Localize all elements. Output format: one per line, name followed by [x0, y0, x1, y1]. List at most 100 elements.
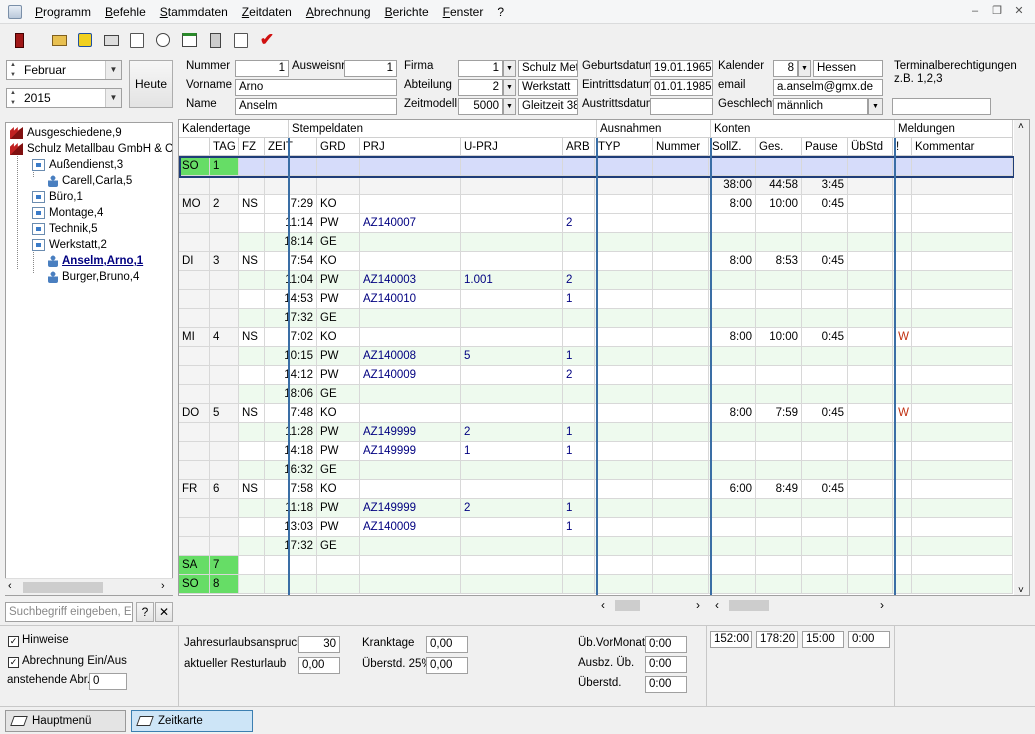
grid-cell[interactable]: 0:45	[802, 404, 848, 423]
column-header[interactable]	[179, 138, 210, 156]
grid-cell[interactable]	[709, 556, 756, 575]
grid-cell[interactable]	[210, 423, 239, 442]
resturlaub-field[interactable]: 0,00	[298, 657, 340, 674]
grid-cell[interactable]	[595, 328, 653, 347]
kranktage-field[interactable]: 0,00	[426, 636, 468, 653]
grid-cell[interactable]	[563, 537, 595, 556]
grid-cell[interactable]	[709, 499, 756, 518]
grid-cell[interactable]: 3:45	[802, 176, 848, 195]
grid-cell[interactable]	[912, 423, 1013, 442]
grid-cell[interactable]	[461, 385, 563, 404]
grid-cell[interactable]: 18:06	[265, 385, 317, 404]
grid-cell[interactable]	[210, 176, 239, 195]
scroll-right-icon[interactable]: ›	[880, 598, 884, 612]
grid-cell[interactable]	[653, 176, 709, 195]
column-header[interactable]: SollZ.	[709, 138, 756, 156]
grid-cell[interactable]	[709, 461, 756, 480]
scroll-up-icon[interactable]: ˄	[1018, 121, 1024, 132]
grid-cell[interactable]: PW	[317, 271, 360, 290]
chevron-down-icon[interactable]: ▼	[503, 79, 516, 96]
grid-cell[interactable]: 14:53	[265, 290, 317, 309]
grid-cell[interactable]: NS	[239, 252, 265, 271]
menu-abrechnung[interactable]: Abrechnung	[299, 0, 378, 24]
grid-cell[interactable]: PW	[317, 423, 360, 442]
grid-cell[interactable]	[912, 366, 1013, 385]
open-icon[interactable]	[48, 29, 70, 51]
chevron-down-icon[interactable]: ▼	[105, 61, 121, 79]
grid-cell[interactable]	[848, 195, 893, 214]
grid-cell[interactable]: PW	[317, 518, 360, 537]
grid-cell[interactable]: 1	[563, 347, 595, 366]
grid-cell[interactable]	[563, 328, 595, 347]
chevron-down-icon[interactable]: ▼	[503, 60, 516, 77]
grid-cell[interactable]: KO	[317, 252, 360, 271]
grid-cell[interactable]	[595, 518, 653, 537]
tree-item[interactable]: Anselm,Arno,1	[48, 253, 143, 269]
grid-cell[interactable]	[912, 233, 1013, 252]
grid-cell[interactable]	[317, 556, 360, 575]
grid-cell[interactable]	[653, 575, 709, 594]
grid-cell[interactable]	[239, 499, 265, 518]
abteilung-nr-field[interactable]: 2	[458, 79, 503, 96]
grid-cell[interactable]	[802, 442, 848, 461]
grid-cell[interactable]: 10:15	[265, 347, 317, 366]
jahresurlaub-field[interactable]: 30	[298, 636, 340, 653]
grid-cell[interactable]	[461, 214, 563, 233]
search-clear-button[interactable]: ✕	[155, 602, 173, 622]
grid-cell[interactable]	[653, 214, 709, 233]
grid-cell[interactable]	[239, 423, 265, 442]
checkmark-icon[interactable]: ✔	[256, 29, 278, 51]
grid-cell[interactable]: 17:32	[265, 309, 317, 328]
grid-cell[interactable]	[802, 423, 848, 442]
grid-cell[interactable]	[461, 233, 563, 252]
grid-cell[interactable]	[912, 499, 1013, 518]
grid-cell[interactable]	[360, 537, 461, 556]
grid-cell[interactable]	[848, 575, 893, 594]
close-icon[interactable]: ✕	[1009, 3, 1029, 19]
grid-cell[interactable]	[912, 442, 1013, 461]
grid-cell[interactable]	[179, 537, 210, 556]
nummer-field[interactable]: 1	[235, 60, 289, 77]
column-header[interactable]: TAG	[210, 138, 239, 156]
grid-cell[interactable]	[653, 366, 709, 385]
geburtsdatum-field[interactable]: 19.01.1965	[650, 60, 713, 77]
search-input[interactable]: Suchbegriff eingeben, Ein	[5, 602, 133, 622]
grid-cell[interactable]	[802, 214, 848, 233]
year-select[interactable]: ▲ ▼ 2015 ▼	[6, 88, 122, 108]
search-help-button[interactable]: ?	[136, 602, 154, 622]
grid-cell[interactable]	[653, 271, 709, 290]
grid-cell[interactable]	[179, 423, 210, 442]
grid-cell[interactable]	[461, 518, 563, 537]
grid-cell[interactable]: SA	[179, 556, 210, 575]
grid-cell[interactable]: 2	[210, 195, 239, 214]
grid-cell[interactable]: GE	[317, 461, 360, 480]
grid-cell[interactable]	[461, 290, 563, 309]
column-header[interactable]: Nummer	[653, 138, 709, 156]
grid-cell[interactable]: 1.001	[461, 271, 563, 290]
scroll-right-icon[interactable]: ›	[161, 580, 165, 592]
grid-cell[interactable]	[848, 252, 893, 271]
grid-cell[interactable]	[239, 176, 265, 195]
grid-cell[interactable]: GE	[317, 385, 360, 404]
grid-cell[interactable]	[848, 347, 893, 366]
chevron-down-icon[interactable]: ▼	[798, 60, 811, 77]
grid-cell[interactable]	[595, 575, 653, 594]
vorname-field[interactable]: Arno	[235, 79, 397, 96]
grid-cell[interactable]	[563, 309, 595, 328]
grid-cell[interactable]: AZ149999	[360, 442, 461, 461]
column-header[interactable]: ARB	[563, 138, 595, 156]
grid-cell[interactable]	[179, 461, 210, 480]
tree-item[interactable]: Büro,1	[32, 189, 83, 205]
grid-cell[interactable]	[802, 385, 848, 404]
scroll-thumb[interactable]	[615, 600, 640, 611]
grid-cell[interactable]	[653, 423, 709, 442]
chevron-down-icon[interactable]: ▼	[503, 98, 516, 115]
grid-cell[interactable]: 6	[210, 480, 239, 499]
calculator-icon[interactable]	[204, 29, 226, 51]
grid-cell[interactable]: 0:45	[802, 480, 848, 499]
tree-item[interactable]: Technik,5	[32, 221, 98, 237]
abrechnung-checkbox[interactable]: ✓	[8, 657, 19, 668]
grid-cell[interactable]	[563, 575, 595, 594]
grid-cell[interactable]: 2	[563, 271, 595, 290]
grid-cell[interactable]	[595, 347, 653, 366]
